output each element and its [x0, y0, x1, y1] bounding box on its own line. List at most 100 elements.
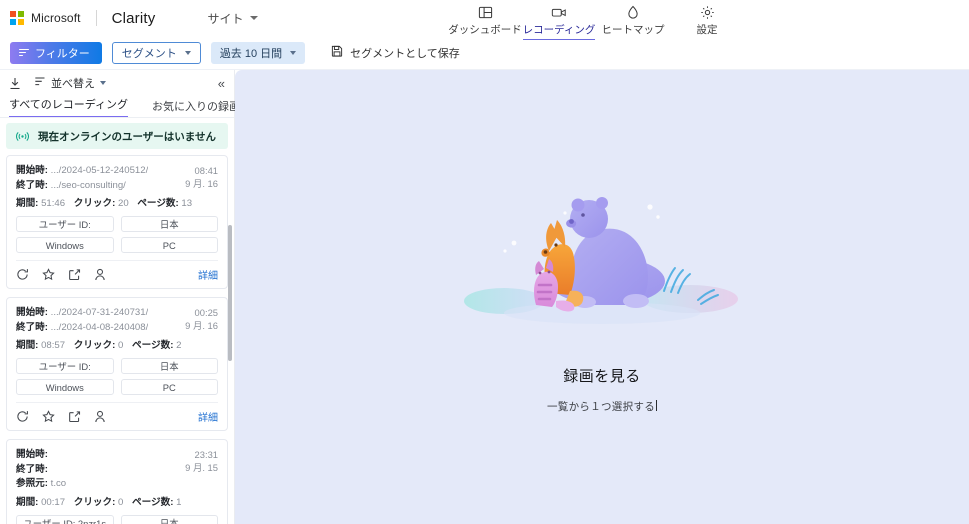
clicks-label: クリック:: [73, 340, 116, 351]
recording-date: 9 月. 16: [185, 320, 218, 331]
nav-item-settings[interactable]: 設定: [670, 2, 744, 41]
recording-referrer-value: t.co: [50, 478, 67, 489]
recording-start-label: 開始時:: [16, 449, 48, 460]
tag-os: Windows: [16, 237, 114, 253]
tag-country: 日本: [120, 514, 218, 524]
nav-item-dashboard[interactable]: ダッシュボード: [448, 2, 522, 41]
body: 並べ替え « すべてのレコーディング お気に入りの録画 現在オンラインのユーザー…: [0, 70, 969, 524]
online-users-banner-label: 現在オンラインのユーザーはいません: [38, 130, 216, 143]
recording-card[interactable]: 開始時: .../2024-05-12-240512/ 終了時: .../seo…: [6, 155, 228, 289]
bear-fox-cat-illustration: [464, 196, 738, 324]
brand-divider: [95, 10, 97, 26]
sort-control[interactable]: 並べ替え: [34, 75, 106, 91]
recording-tags: ユーザー ID: 日本 Windows PC: [16, 216, 218, 253]
clicks-label: クリック:: [73, 496, 116, 508]
pages-value: 2: [176, 340, 182, 351]
collapse-left-icon[interactable]: «: [218, 77, 225, 90]
recording-start-value: .../2024-07-31-240731/: [50, 307, 149, 318]
empty-state-subtitle-text: 一覧から１つ選択する: [547, 400, 655, 413]
text-caret: [656, 399, 657, 411]
save-icon: [331, 45, 343, 60]
filter-button[interactable]: フィルター: [10, 41, 102, 64]
person-icon[interactable]: [94, 268, 106, 281]
date-range-dropdown[interactable]: 過去 10 日間: [210, 41, 306, 64]
download-icon[interactable]: [9, 77, 21, 90]
list-toolbar: 並べ替え «: [0, 70, 234, 96]
recording-end-row: 終了時:: [16, 463, 66, 478]
recording-card-actions: 詳細: [16, 260, 218, 282]
tag-user-id: ユーザー ID:: [16, 358, 114, 374]
list-scrollbar[interactable]: [228, 225, 232, 361]
pages-label: ページ数:: [137, 198, 179, 209]
replay-icon[interactable]: [16, 268, 29, 281]
recording-detail-link[interactable]: 詳細: [198, 409, 218, 424]
recording-card-urls: 開始時: .../2024-05-12-240512/ 終了時: .../seo…: [16, 164, 148, 193]
broadcast-icon: [16, 131, 29, 142]
date-range-label: 過去 10 日間: [219, 47, 283, 60]
recordings-card-list[interactable]: 開始時: .../2024-05-12-240512/ 終了時: .../seo…: [0, 149, 234, 524]
brand[interactable]: Microsoft Clarity: [10, 10, 155, 27]
tag-device: PC: [120, 379, 218, 395]
recording-detail-link[interactable]: 詳細: [198, 267, 218, 282]
gear-icon: [700, 5, 715, 20]
tabs-divider: [0, 117, 234, 118]
pages-value: 13: [181, 198, 193, 209]
recording-date: 9 月. 15: [185, 462, 218, 473]
recording-tags: ユーザー ID: 日本 Windows PC: [16, 358, 218, 395]
share-icon[interactable]: [68, 268, 81, 281]
tag-device: PC: [120, 237, 218, 253]
brand-product-label: Clarity: [111, 9, 156, 27]
tag-user-id: ユーザー ID: 2nzr1s: [16, 514, 114, 524]
segment-dropdown[interactable]: セグメント: [111, 41, 201, 64]
brand-company-label: Microsoft: [31, 11, 81, 25]
recording-end-value: .../seo-consulting/: [50, 179, 126, 191]
star-icon[interactable]: [42, 410, 55, 423]
recording-start-label: 開始時:: [16, 165, 48, 176]
recording-start-label: 開始時:: [16, 307, 48, 318]
tag-country: 日本: [120, 358, 218, 374]
duration-value: 08:57: [41, 340, 66, 351]
recording-card-header: 開始時: .../2024-05-12-240512/ 終了時: .../seo…: [16, 164, 218, 193]
recording-date: 9 月. 16: [185, 178, 218, 189]
recording-card-header: 開始時: .../2024-07-31-240731/ 終了時: .../202…: [16, 306, 218, 335]
video-camera-icon: [551, 5, 567, 20]
save-segment-label: セグメントとして保存: [350, 47, 460, 60]
duration-label: 期間:: [16, 198, 39, 209]
person-icon[interactable]: [94, 410, 106, 423]
recording-card[interactable]: 開始時: 終了時: 参照元: t.co 23:31 9 月. 15 期間: 00…: [6, 439, 228, 524]
top-header: Microsoft Clarity サイト ダッシュボード レコーディング ヒー…: [0, 0, 969, 40]
nav-item-recordings[interactable]: レコーディング: [522, 2, 596, 42]
recording-metrics: 期間: 08:57 クリック: 0 ページ数: 2: [16, 337, 218, 351]
save-segment-button[interactable]: セグメントとして保存: [325, 42, 466, 64]
pages-value: 1: [176, 496, 182, 508]
star-icon[interactable]: [42, 268, 55, 281]
site-selector-label: サイト: [207, 11, 244, 26]
clicks-label: クリック:: [73, 198, 116, 209]
player-empty-state-panel: 録画を見る 一覧から１つ選択する: [235, 70, 969, 524]
share-icon[interactable]: [68, 410, 81, 423]
recording-card-actions: 詳細: [16, 402, 218, 424]
recording-end-value: .../2024-04-08-240408/: [50, 321, 149, 333]
nav-item-heatmaps[interactable]: ヒートマップ: [596, 2, 670, 41]
recording-card-urls: 開始時: .../2024-07-31-240731/ 終了時: .../202…: [16, 306, 148, 335]
filter-icon: [19, 48, 29, 57]
recording-card[interactable]: 開始時: .../2024-07-31-240731/ 終了時: .../202…: [6, 297, 228, 431]
list-tabs: すべてのレコーディング お気に入りの録画: [0, 96, 253, 118]
recording-end-label: 終了時:: [16, 321, 48, 333]
recording-start-row: 開始時: .../2024-07-31-240731/: [16, 306, 148, 321]
site-selector[interactable]: サイト: [201, 6, 263, 31]
recording-timestamp: 08:41 9 月. 16: [185, 164, 218, 190]
empty-state-title: 録画を見る: [563, 367, 641, 385]
recording-end-row: 終了時: .../2024-04-08-240408/: [16, 321, 148, 336]
nav-item-recordings-label: レコーディング: [522, 22, 596, 40]
clicks-value: 0: [118, 496, 124, 508]
pages-label: ページ数:: [132, 496, 174, 508]
replay-icon[interactable]: [16, 410, 29, 423]
nav-item-heatmaps-label: ヒートマップ: [601, 24, 665, 36]
recording-timestamp: 00:25 9 月. 16: [185, 306, 218, 332]
recording-time: 08:41: [194, 165, 218, 176]
tag-os: Windows: [16, 379, 114, 395]
recording-tags: ユーザー ID: 2nzr1s 日本 Windows PC: [16, 514, 218, 524]
tab-all-recordings[interactable]: すべてのレコーディング: [9, 96, 129, 118]
recording-end-label: 終了時:: [16, 179, 48, 191]
